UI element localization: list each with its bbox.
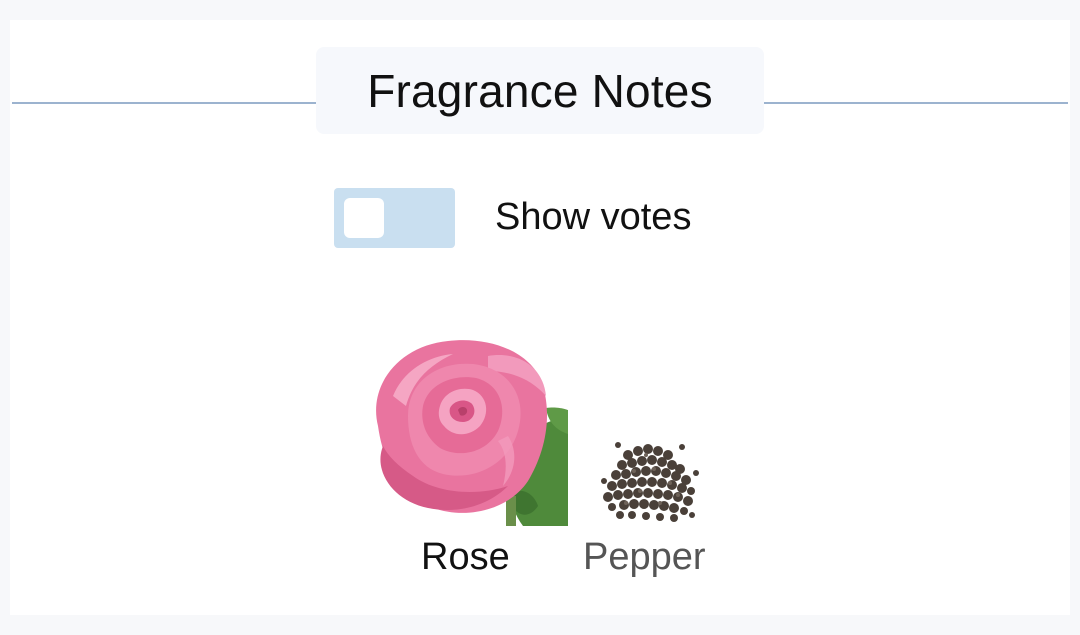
show-votes-label[interactable]: Show votes [495, 196, 691, 239]
note-label-pepper[interactable]: Pepper [583, 536, 706, 579]
note-label-rose[interactable]: Rose [421, 536, 510, 579]
toggle-knob[interactable] [344, 198, 384, 238]
show-votes-toggle[interactable] [334, 188, 455, 248]
section-title: Fragrance Notes [367, 64, 713, 117]
rose-icon[interactable] [368, 326, 568, 526]
section-title-box: Fragrance Notes [316, 47, 764, 134]
peppercorn-icon[interactable] [598, 425, 701, 528]
